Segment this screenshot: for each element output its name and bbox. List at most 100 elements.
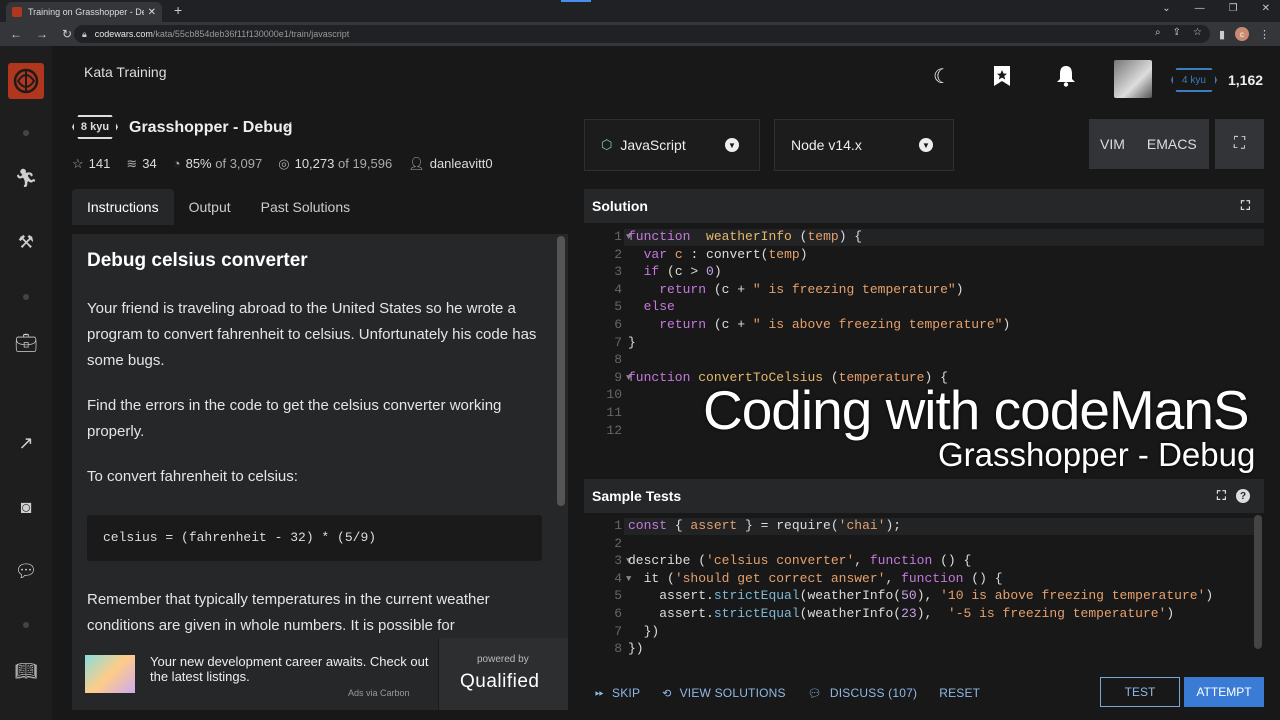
language-select[interactable]: ⬡ JavaScript ▼ [584, 119, 760, 171]
forward-icon[interactable]: → [36, 27, 48, 41]
url-input[interactable]: 🔒︎ codewars.com/kata/55cb854deb36f11f130… [74, 25, 1210, 43]
tab-search-icon[interactable]: ⌄ [1162, 3, 1170, 14]
ad-text[interactable]: Your new development career awaits. Chec… [150, 654, 430, 684]
lock-icon: 🔒︎ [82, 28, 87, 39]
line-number: 7 [614, 623, 622, 639]
user-icon: 👤︎ [408, 156, 425, 171]
code-line: else [643, 299, 675, 315]
page-section-title: Kata Training [84, 64, 167, 80]
fullscreen-icon[interactable]: ⛶ [1215, 119, 1264, 169]
tab-output[interactable]: Output [174, 189, 246, 225]
reload-icon[interactable]: ↻ [62, 27, 72, 41]
line-number: 5 [614, 588, 622, 604]
maximize-icon[interactable]: ❐ [1229, 3, 1238, 14]
target-icon: ◎ [278, 156, 290, 171]
line-number: 1 [614, 518, 622, 533]
codewars-logo-icon[interactable] [8, 63, 44, 99]
browser-tab[interactable]: Training on Grasshopper - Debu ✕ [6, 2, 162, 22]
skip-button[interactable]: ⏩︎ SKIP [584, 678, 651, 708]
stars-stat[interactable]: ☆ 141 [72, 156, 110, 172]
practice-icon[interactable]: ⚒ [13, 229, 39, 255]
description-heading: Debug celsius converter [87, 250, 308, 271]
user-honor: 1,162 [1228, 72, 1264, 88]
kata-description: Debug celsius converter Your friend is t… [72, 234, 568, 638]
runtime-select[interactable]: Node v14.x ▼ [774, 119, 954, 171]
code-line: return (c + " is above freezing temperat… [659, 317, 1011, 332]
ads-via-carbon-link[interactable]: Ads via Carbon [348, 688, 410, 698]
user-avatar[interactable] [1114, 60, 1152, 98]
vim-mode-button[interactable]: VIM [1089, 136, 1136, 152]
author-stat[interactable]: 👤︎ danleavitt0 [408, 156, 492, 172]
powered-by-label: powered by [477, 654, 529, 665]
bookmark-star-icon[interactable]: ☆ [1193, 27, 1202, 38]
ad-image [85, 655, 135, 693]
description-paragraph: Find the errors in the code to get the c… [87, 397, 502, 440]
zoom-icon[interactable]: ⌕ [1155, 27, 1161, 38]
formula-code-block: celsius = (fahrenheit - 32) * (5/9) [87, 515, 542, 561]
test-button[interactable]: TEST [1100, 677, 1180, 707]
reset-button[interactable]: RESET [928, 678, 991, 708]
collections-stat[interactable]: ≋ 34 [126, 156, 156, 172]
expand-icon[interactable]: ⛶ [1241, 198, 1250, 214]
tab-instructions[interactable]: Instructions [72, 189, 174, 225]
line-number: 7 [614, 334, 622, 350]
chat-icon[interactable]: 💬︎ [13, 558, 39, 584]
training-runner-icon[interactable]: 🏃︎ [13, 165, 39, 191]
kata-check-icon: ✓ [283, 118, 294, 133]
sample-tests-header: Sample Tests ⛶ ? [584, 479, 1264, 513]
tab-close-icon[interactable]: ✕ [148, 7, 156, 18]
code-line: return (c + " is freezing temperature") [659, 281, 964, 297]
description-tabs: Instructions Output Past Solutions [72, 189, 365, 225]
video-overlay-title: Coding with codeManS [703, 379, 1250, 441]
user-rank-badge[interactable]: 4 kyu [1171, 68, 1217, 92]
completed-count: 10,273 [294, 156, 335, 171]
tab-past-solutions[interactable]: Past Solutions [246, 189, 366, 225]
line-number: 6 [614, 606, 622, 621]
line-number: 4 [614, 281, 622, 297]
code-line: var c : convert(temp) [643, 246, 808, 262]
minimize-icon[interactable]: — [1195, 3, 1205, 14]
url-path: /kata/55cb854deb36f11f130000e1/train/jav… [152, 29, 350, 39]
emacs-mode-button[interactable]: EMACS [1136, 136, 1208, 152]
notifications-bell-icon[interactable] [1050, 60, 1082, 92]
view-solutions-button[interactable]: ⟲ VIEW SOLUTIONS [651, 678, 797, 708]
share-icon[interactable]: ⇪ [1173, 27, 1181, 38]
expand-icon[interactable]: ⛶ [1217, 488, 1226, 504]
browser-menu-icon[interactable]: ⋮ [1259, 28, 1270, 41]
browser-tab-title: Training on Grasshopper - Debu [28, 7, 144, 17]
sample-tests-editor[interactable]: 1 const { assert } = require('chai'); 2 3 ▼ d… [584, 517, 1264, 663]
address-bar-row: ← → ↻ 🔒︎ codewars.com/kata/55cb854deb36f… [0, 22, 1280, 46]
line-number: 1 [614, 229, 622, 244]
app-sidebar: 🏃︎ ⚒ 💼︎ ↗ ◙ 💬︎ 📖︎ [0, 46, 52, 720]
qualified-sponsor[interactable]: powered by Qualified [438, 638, 568, 710]
back-icon[interactable]: ← [10, 27, 22, 41]
discord-icon[interactable]: ◙ [13, 494, 39, 520]
carbon-ad[interactable]: Your new development career awaits. Chec… [72, 638, 568, 710]
sidebar-toggle-icon[interactable]: ▮ [1219, 28, 1225, 41]
line-number: 12 [606, 422, 622, 438]
completed-stat: ◎ 10,273 of 19,596 [278, 156, 392, 172]
new-tab-button[interactable]: + [174, 2, 182, 18]
kata-name: Grasshopper - Debug [129, 119, 293, 136]
code-line: assert.strictEqual(weatherInfo(23), '-5 … [659, 606, 1175, 621]
line-number: 3 [614, 264, 622, 280]
briefcase-icon[interactable]: 💼︎ [13, 330, 39, 356]
header-actions: ☾ [926, 60, 1082, 92]
discuss-button[interactable]: 💬︎ DISCUSS (107) [797, 678, 928, 708]
line-number: 6 [614, 317, 622, 332]
sidebar-divider-dot [23, 130, 29, 136]
docs-book-icon[interactable]: 📖︎ [13, 658, 39, 684]
bookmark-icon[interactable] [986, 60, 1018, 92]
reset-label: RESET [939, 686, 981, 700]
dark-mode-moon-icon[interactable]: ☾ [926, 60, 958, 92]
profile-avatar-icon[interactable]: c [1235, 27, 1249, 41]
help-icon[interactable]: ? [1236, 489, 1250, 503]
attempt-button[interactable]: ATTEMPT [1184, 677, 1264, 707]
line-number: 8 [614, 352, 622, 368]
code-line: it ('should get correct answer', functio… [643, 570, 1003, 586]
window-close-icon[interactable]: ✕ [1262, 3, 1270, 14]
description-scrollbar[interactable] [557, 236, 565, 506]
trending-icon[interactable]: ↗ [13, 430, 39, 456]
tests-scrollbar[interactable] [1254, 515, 1262, 649]
code-line: if (c > 0) [643, 264, 722, 280]
